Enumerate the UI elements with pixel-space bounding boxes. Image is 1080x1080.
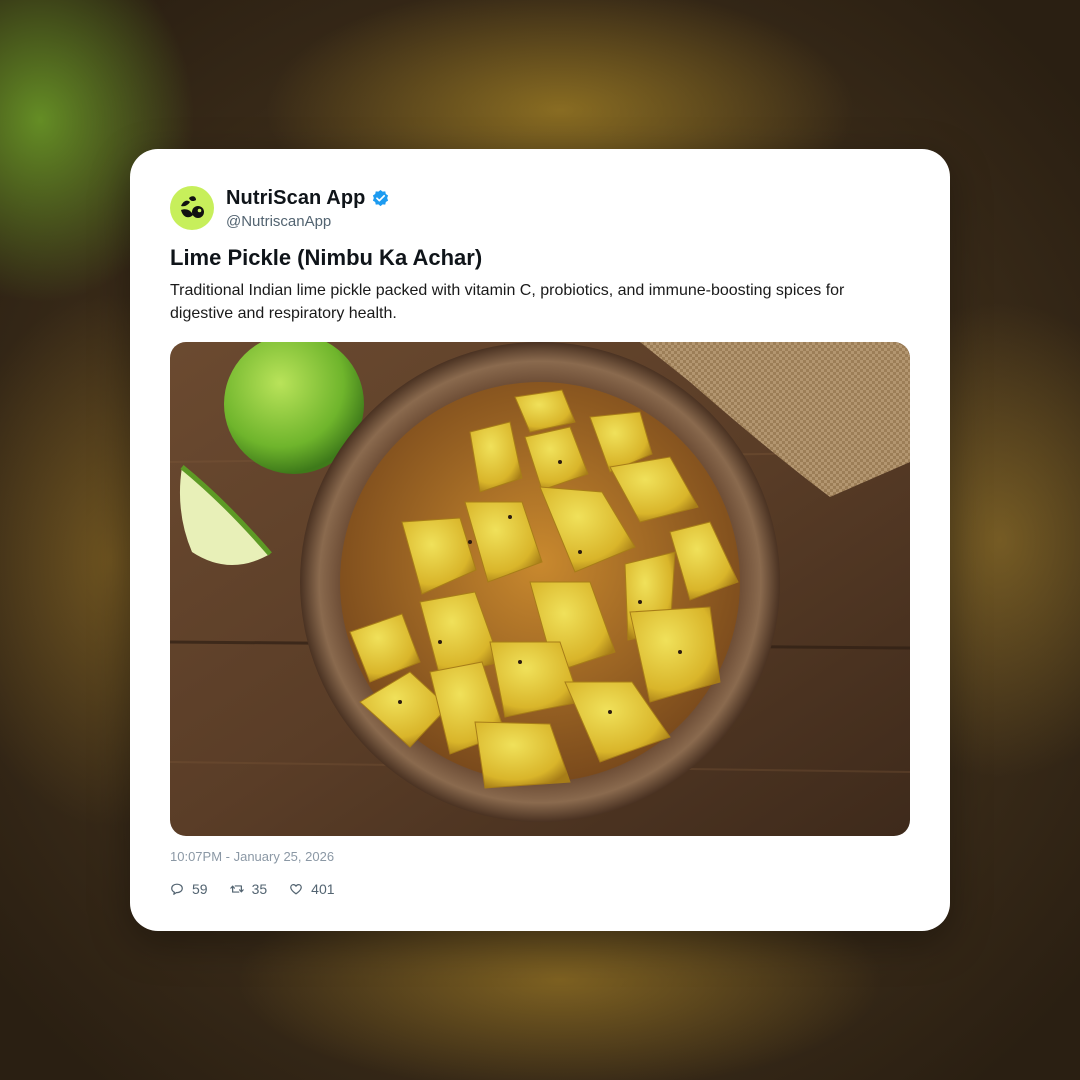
post-header: NutriScan App @NutriscanApp	[170, 185, 390, 231]
post-card: NutriScan App @NutriscanApp Lime Pickle …	[130, 149, 950, 931]
account-handle[interactable]: @NutriscanApp	[226, 213, 390, 230]
repost-icon	[229, 885, 244, 893]
like-button[interactable]: 401	[289, 881, 335, 897]
display-name[interactable]: NutriScan App	[226, 187, 365, 210]
account-names: NutriScan App @NutriscanApp	[226, 187, 390, 230]
repost-count: 35	[251, 881, 268, 897]
verified-badge-icon	[371, 189, 390, 208]
nutriscan-logo-icon	[181, 196, 204, 218]
reply-button[interactable]: 59	[170, 881, 208, 897]
reply-count: 59	[192, 881, 208, 897]
avatar[interactable]	[170, 186, 214, 230]
repost-button[interactable]: 35	[229, 881, 268, 897]
post-title: Lime Pickle (Nimbu Ka Achar)	[170, 245, 483, 270]
heart-icon	[290, 884, 303, 895]
reply-icon	[171, 883, 183, 895]
name-row: NutriScan App	[226, 187, 390, 211]
post-image[interactable]	[170, 342, 910, 836]
engagement-bar: 59 35 401	[170, 881, 357, 897]
blurred-background: NutriScan App @NutriscanApp Lime Pickle …	[0, 0, 1080, 1080]
like-count: 401	[311, 881, 335, 897]
post-body: Traditional Indian lime pickle packed wi…	[170, 282, 845, 322]
post-timestamp[interactable]: 10:07PM - January 25, 2026	[170, 849, 334, 864]
